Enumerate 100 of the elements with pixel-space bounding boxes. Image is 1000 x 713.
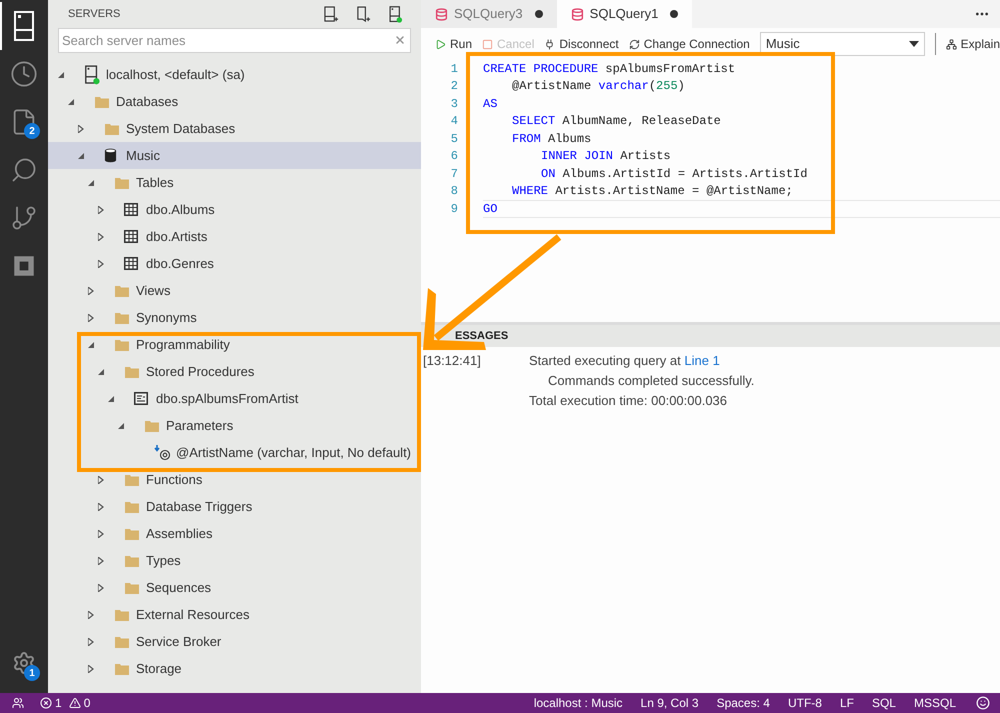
tree-item[interactable]: Functions [48,466,421,493]
tree-item[interactable]: Synonyms [48,304,421,331]
expanded-caret-icon[interactable] [118,422,124,428]
warning-icon[interactable] [68,697,81,709]
tree-item[interactable]: Programmability [48,331,421,358]
tree-item[interactable]: dbo.Genres [48,250,421,277]
tree-item[interactable]: Music [48,142,421,169]
expanded-caret-icon[interactable] [88,342,94,348]
status-item[interactable]: localhost : Music [530,694,627,712]
tree-item[interactable]: Service Broker [48,628,421,655]
stop-icon [482,38,494,50]
collapsed-caret-icon[interactable] [98,556,104,564]
status-item[interactable]: Ln 9, Col 3 [636,694,703,712]
database-icon [435,8,448,20]
play-icon [435,38,446,50]
tree-item[interactable]: Stored Procedures [48,358,421,385]
server-icon[interactable] [13,11,35,41]
code-line: FROM Albums [511,130,592,148]
error-count[interactable]: 1 [55,694,62,712]
collapsed-caret-icon[interactable] [78,124,84,132]
expanded-caret-icon[interactable] [108,396,114,402]
folder-icon [124,554,140,568]
clear-icon[interactable] [394,34,406,46]
collapsed-caret-icon[interactable] [98,584,104,592]
status-item[interactable]: Spaces: 4 [712,694,774,712]
code-line: CREATE PROCEDURE spAlbumsFromArtist [483,60,736,78]
tree-item[interactable]: Parameters [48,412,421,439]
tree-item[interactable]: dbo.spAlbumsFromArtist [48,385,421,412]
tree-item[interactable]: Database Triggers [48,493,421,520]
table-icon [124,203,138,216]
status-item[interactable]: MSSQL [910,694,960,712]
line-number: 5 [450,130,459,148]
collapsed-caret-icon[interactable] [88,664,94,672]
folder-icon [124,500,140,514]
tree-item-label: Service Broker [136,632,222,651]
sidebar-title: SERVERS [68,6,122,22]
expanded-caret-icon[interactable] [98,368,104,374]
branch-icon[interactable] [10,204,38,232]
collapsed-caret-icon[interactable] [98,206,104,214]
folder-icon [94,94,110,108]
tree-item-label: Databases [116,92,178,111]
tree-item[interactable]: Assemblies [48,520,421,547]
status-item[interactable]: UTF-8 [784,694,826,712]
new-server-group-icon[interactable] [356,6,371,22]
toolbar-button[interactable]: Run [435,35,472,53]
editor-tab[interactable]: SQLQuery1 [556,0,692,28]
collapsed-caret-icon[interactable] [98,232,104,240]
tree-item[interactable]: Tables [48,169,421,196]
collapsed-caret-icon[interactable] [88,638,94,646]
tree-item[interactable]: Databases [48,88,421,115]
dropdown-caret-icon [908,41,919,47]
new-connection-icon[interactable] [324,6,339,22]
tree-item[interactable]: Types [48,547,421,574]
line-link[interactable]: Line 1 [684,353,720,368]
search-field[interactable]: Search server names [58,28,411,53]
collapsed-caret-icon[interactable] [98,476,104,484]
expanded-caret-icon[interactable] [68,98,74,104]
database-dropdown[interactable]: Music [760,32,925,56]
history-icon[interactable] [10,60,38,88]
line-number: 8 [450,183,459,200]
tree-item-label: dbo.Genres [146,254,214,273]
tree-item[interactable]: dbo.Artists [48,223,421,250]
collapsed-caret-icon[interactable] [98,260,104,268]
code-line: WHERE Artists.ArtistName = @ArtistName; [511,183,794,200]
smiley-icon[interactable] [976,696,990,710]
tree-item[interactable]: Views [48,277,421,304]
folder-icon [114,310,130,324]
tree-item[interactable]: @ArtistName (varchar, Input, No default) [48,439,421,466]
expanded-caret-icon[interactable] [88,180,94,186]
tree-item[interactable]: dbo.Albums [48,196,421,223]
status-item[interactable]: LF [836,694,858,712]
collapsed-caret-icon[interactable] [98,502,104,510]
code-line: GO [483,200,1000,218]
error-icon[interactable] [40,697,52,709]
tree-item[interactable]: System Databases [48,115,421,142]
search-icon[interactable] [10,156,38,184]
collapsed-caret-icon[interactable] [98,530,104,538]
tree-item[interactable]: Storage [48,655,421,682]
expanded-caret-icon[interactable] [78,152,84,158]
tree-item-label: Tables [136,174,174,192]
toolbar-button[interactable]: Disconnect [544,35,619,53]
toolbar-button[interactable]: Change Connection [628,35,750,53]
procedure-icon [134,392,148,405]
collapsed-caret-icon[interactable] [88,314,94,322]
warning-count[interactable]: 0 [84,694,90,712]
tree-item-label: dbo.Albums [146,200,215,219]
collapsed-caret-icon[interactable] [88,610,94,618]
tree-item[interactable]: localhost, <default> (sa) [48,61,421,88]
tree-item-label: Synonyms [136,308,197,327]
tree-item[interactable]: External Resources [48,601,421,628]
explain-button[interactable]: Explain [946,35,1000,53]
settings-icon[interactable] [12,651,36,675]
tree-item[interactable]: Sequences [48,574,421,601]
editor-tab[interactable]: SQLQuery3 [421,0,557,28]
folder-icon [124,580,140,594]
status-item[interactable]: SQL [868,694,900,712]
people-icon[interactable] [12,697,24,709]
collapsed-caret-icon[interactable] [88,286,94,294]
parameter-icon [154,444,172,460]
expanded-caret-icon[interactable] [58,72,64,78]
